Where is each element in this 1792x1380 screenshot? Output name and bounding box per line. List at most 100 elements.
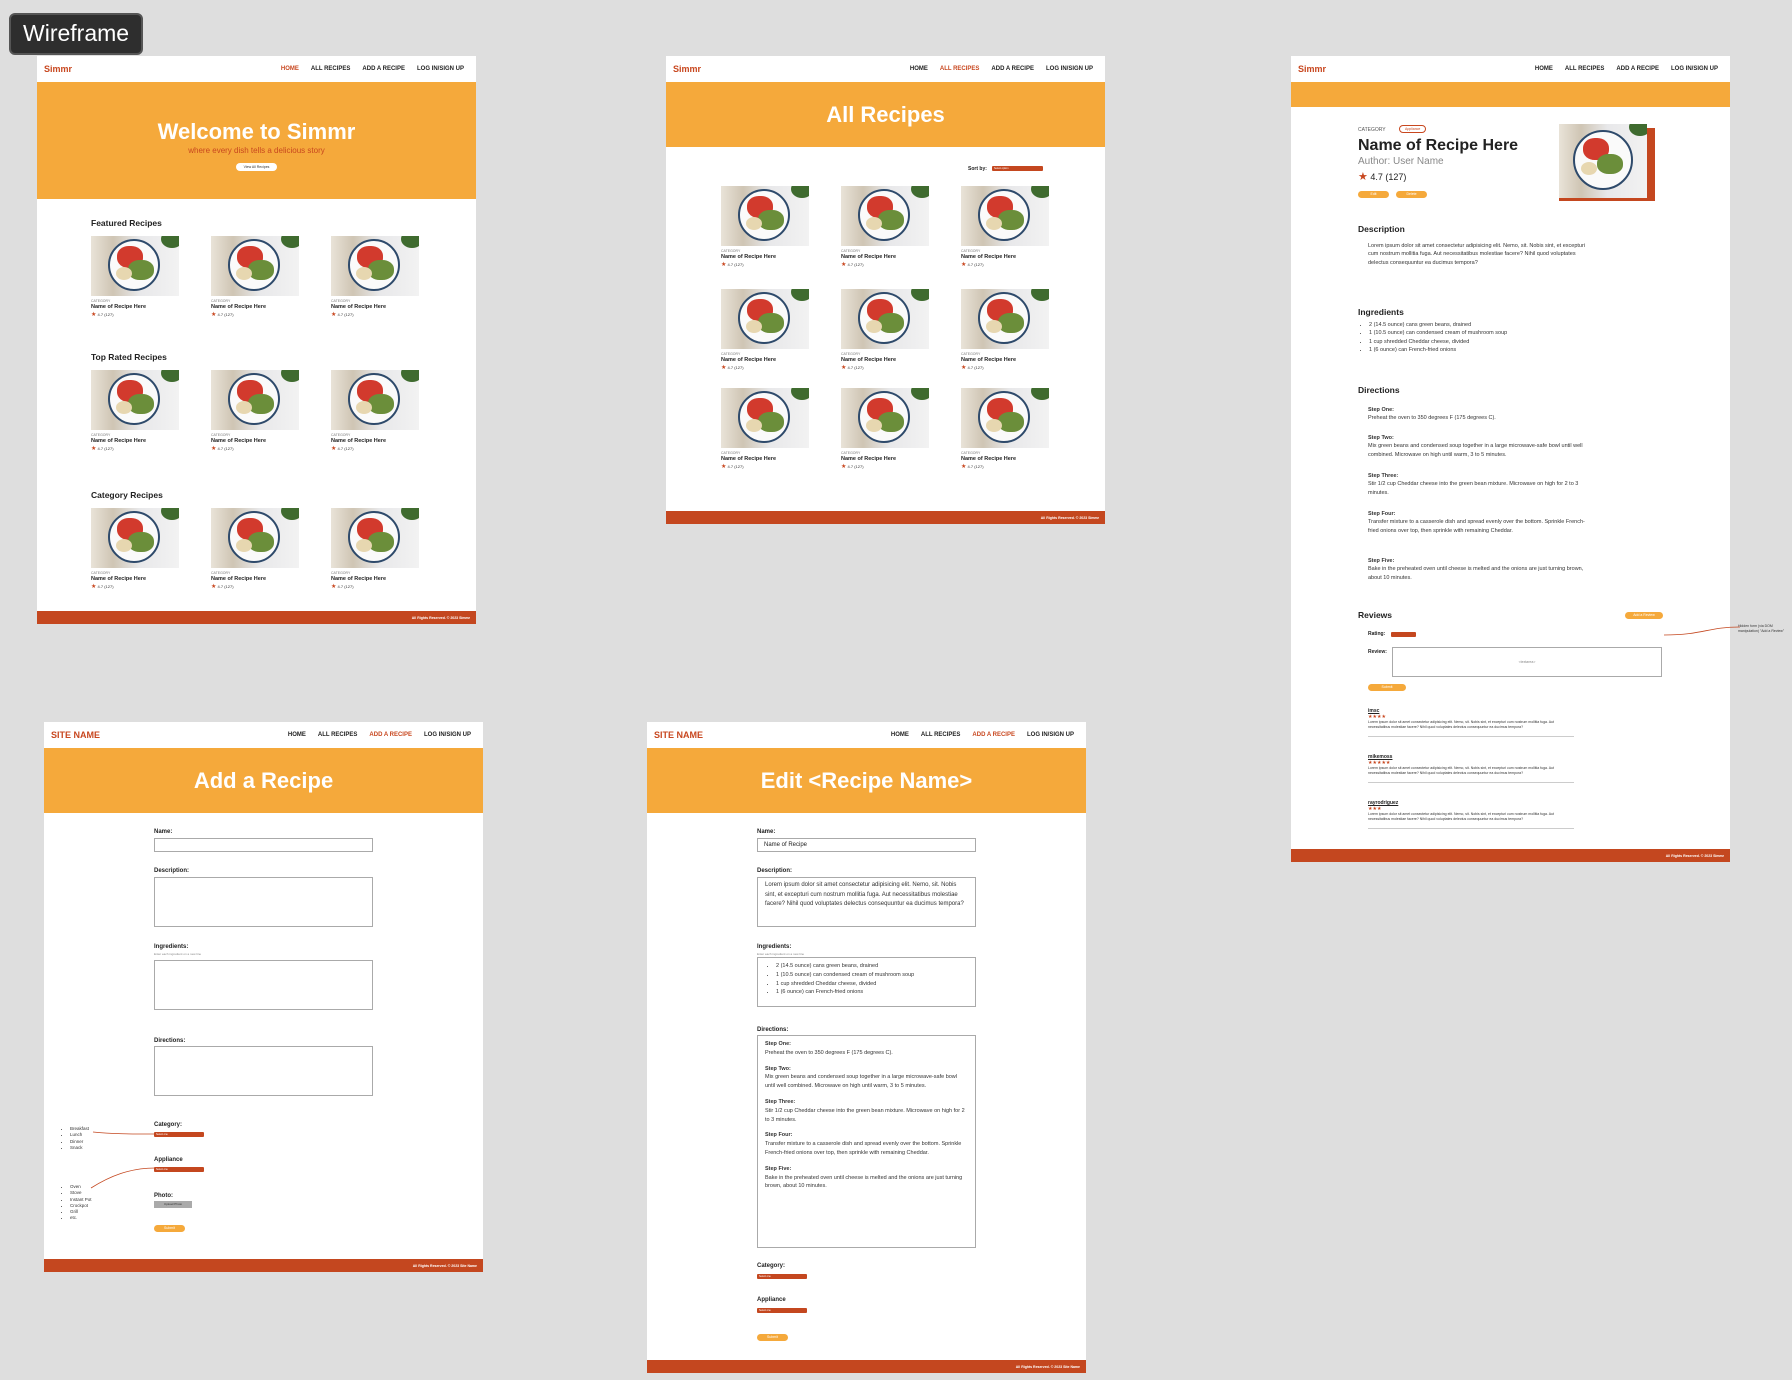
nav-all-recipes[interactable]: ALL RECIPES xyxy=(1565,66,1605,72)
navbar: SITE NAME HOME ALL RECIPES ADD A RECIPE … xyxy=(647,722,1086,748)
recipe-card[interactable]: CATEGORY Name of Recipe Here ★ 4.7 (127) xyxy=(331,508,419,590)
nav-add-recipe[interactable]: ADD A RECIPE xyxy=(972,732,1015,738)
logo[interactable]: Simmr xyxy=(44,64,72,74)
recipe-card[interactable]: CATEGORY Name of Recipe Here ★ 4.7 (127) xyxy=(211,236,299,318)
nav-login[interactable]: LOG IN/SIGN UP xyxy=(424,732,471,738)
review-text: Lorem ipsum dolor sit amet consectetur a… xyxy=(1368,766,1554,775)
recipe-card[interactable]: CATEGORY Name of Recipe Here ★ 4.7 (127) xyxy=(721,289,809,371)
card-category: CATEGORY xyxy=(721,249,741,253)
card-rating-value: 4.7 (127) xyxy=(337,584,354,589)
ingredients-textarea[interactable]: 2 (14.5 ounce) cans green beans, drained… xyxy=(757,957,976,1007)
nav-add-recipe[interactable]: ADD A RECIPE xyxy=(991,66,1034,72)
nav-home[interactable]: HOME xyxy=(910,66,928,72)
recipe-card[interactable]: CATEGORY Name of Recipe Here ★ 4.7 (127) xyxy=(841,186,929,268)
card-title: Name of Recipe Here xyxy=(721,456,777,462)
appliance-options-note: OvenStoveInstant PotCrockpotGrilletc. xyxy=(64,1184,92,1222)
directions-heading: Directions xyxy=(1358,385,1400,395)
recipe-card[interactable]: CATEGORY Name of Recipe Here ★ 4.7 (127) xyxy=(211,370,299,452)
recipe-card[interactable]: CATEGORY Name of Recipe Here ★ 4.7 (127) xyxy=(91,370,179,452)
nav-login[interactable]: LOG IN/SIGN UP xyxy=(417,66,464,72)
card-rating: ★ 4.7 (127) xyxy=(211,311,299,318)
delete-button[interactable]: Delete xyxy=(1396,191,1427,198)
view-all-button[interactable]: View All Recipes xyxy=(235,163,278,171)
recipe-card[interactable]: CATEGORY Name of Recipe Here ★ 4.7 (127) xyxy=(721,388,809,470)
appliance-connector xyxy=(90,1167,156,1189)
recipe-card[interactable]: CATEGORY Name of Recipe Here ★ 4.7 (127) xyxy=(841,388,929,470)
step-text: Transfer mixture to a casserole dish and… xyxy=(765,1141,962,1156)
recipe-image xyxy=(211,370,299,430)
card-rating-value: 4.7 (127) xyxy=(217,446,234,451)
nav-login[interactable]: LOG IN/SIGN UP xyxy=(1027,732,1074,738)
nav-home[interactable]: HOME xyxy=(288,732,306,738)
recipe-image xyxy=(721,186,809,246)
annotation-connector xyxy=(1663,626,1741,636)
review-submit-button[interactable]: Submit xyxy=(1368,684,1406,691)
ingredients-textarea[interactable] xyxy=(154,960,373,1010)
appliance-select[interactable]: Select one xyxy=(154,1167,204,1172)
edit-button[interactable]: Edit xyxy=(1358,191,1389,198)
recipe-card[interactable]: CATEGORY Name of Recipe Here ★ 4.7 (127) xyxy=(331,370,419,452)
recipe-card[interactable]: CATEGORY Name of Recipe Here ★ 4.7 (127) xyxy=(841,289,929,371)
nav-all-recipes[interactable]: ALL RECIPES xyxy=(311,66,351,72)
nav-all-recipes[interactable]: ALL RECIPES xyxy=(940,66,980,72)
directions-textarea[interactable]: Step One: Preheat the oven to 350 degrees… xyxy=(757,1035,976,1248)
recipe-card[interactable]: CATEGORY Name of Recipe Here ★ 4.7 (127) xyxy=(91,236,179,318)
directions-textarea[interactable] xyxy=(154,1046,373,1096)
star-icon: ★ xyxy=(841,262,847,268)
category-select[interactable]: Select one xyxy=(154,1132,204,1137)
photo-label: Photo: xyxy=(154,1193,173,1199)
recipe-image xyxy=(91,236,179,296)
card-title: Name of Recipe Here xyxy=(331,304,387,310)
nav-all-recipes[interactable]: ALL RECIPES xyxy=(921,732,961,738)
site-name[interactable]: SITE NAME xyxy=(654,730,703,740)
logo[interactable]: Simmr xyxy=(673,64,701,74)
upload-photo-button[interactable]: Upload Photo xyxy=(154,1201,192,1208)
recipe-card[interactable]: CATEGORY Name of Recipe Here ★ 4.7 (127) xyxy=(721,186,809,268)
description-textarea[interactable]: Lorem ipsum dolor sit amet consectetur a… xyxy=(757,877,976,927)
sort-select[interactable]: Select option xyxy=(992,166,1043,171)
recipe-image xyxy=(1559,124,1647,198)
direction-step: Step Four: Transfer mixture to a casserol… xyxy=(765,1131,968,1157)
card-rating: ★ 4.7 (127) xyxy=(331,583,419,590)
recipe-card[interactable]: CATEGORY Name of Recipe Here ★ 4.7 (127) xyxy=(91,508,179,590)
nav-add-recipe[interactable]: ADD A RECIPE xyxy=(1616,66,1659,72)
nav-home[interactable]: HOME xyxy=(281,66,299,72)
name-input[interactable] xyxy=(154,838,373,852)
nav-home[interactable]: HOME xyxy=(1535,66,1553,72)
home-page: Simmr HOME ALL RECIPES ADD A RECIPE LOG … xyxy=(37,56,476,624)
star-icon: ★ xyxy=(211,584,217,590)
card-category: CATEGORY xyxy=(91,299,111,303)
star-icon: ★ xyxy=(331,312,337,318)
recipe-card[interactable]: CATEGORY Name of Recipe Here ★ 4.7 (127) xyxy=(331,236,419,318)
nav-home[interactable]: HOME xyxy=(891,732,909,738)
card-category: CATEGORY xyxy=(841,249,861,253)
nav-all-recipes[interactable]: ALL RECIPES xyxy=(318,732,358,738)
recipe-card[interactable]: CATEGORY Name of Recipe Here ★ 4.7 (127) xyxy=(961,289,1049,371)
nav-login[interactable]: LOG IN/SIGN UP xyxy=(1671,66,1718,72)
recipe-image xyxy=(211,508,299,568)
submit-button[interactable]: Submit xyxy=(757,1334,788,1341)
appliance-select[interactable]: Select one xyxy=(757,1308,807,1313)
card-title: Name of Recipe Here xyxy=(331,438,387,444)
nav-login[interactable]: LOG IN/SIGN UP xyxy=(1046,66,1093,72)
name-input[interactable]: Name of Recipe xyxy=(757,838,976,852)
recipe-image xyxy=(841,388,929,448)
site-name[interactable]: SITE NAME xyxy=(51,730,100,740)
submit-button[interactable]: Submit xyxy=(154,1225,185,1232)
hero: Add a Recipe xyxy=(44,748,483,813)
card-rating: ★ 4.7 (127) xyxy=(961,261,1049,268)
card-rating-value: 4.7 (127) xyxy=(337,312,354,317)
review-textarea[interactable]: <textarea> xyxy=(1392,647,1662,677)
recipe-card[interactable]: CATEGORY Name of Recipe Here ★ 4.7 (127) xyxy=(211,508,299,590)
card-rating-value: 4.7 (127) xyxy=(727,365,744,370)
star-icon: ★ xyxy=(961,262,967,268)
nav-add-recipe[interactable]: ADD A RECIPE xyxy=(362,66,405,72)
add-review-button[interactable]: Add a Review xyxy=(1625,612,1663,619)
nav-add-recipe[interactable]: ADD A RECIPE xyxy=(369,732,412,738)
logo[interactable]: Simmr xyxy=(1298,64,1326,74)
description-textarea[interactable] xyxy=(154,877,373,927)
rating-select[interactable] xyxy=(1391,632,1416,637)
category-select[interactable]: Select one xyxy=(757,1274,807,1279)
recipe-card[interactable]: CATEGORY Name of Recipe Here ★ 4.7 (127) xyxy=(961,186,1049,268)
recipe-card[interactable]: CATEGORY Name of Recipe Here ★ 4.7 (127) xyxy=(961,388,1049,470)
